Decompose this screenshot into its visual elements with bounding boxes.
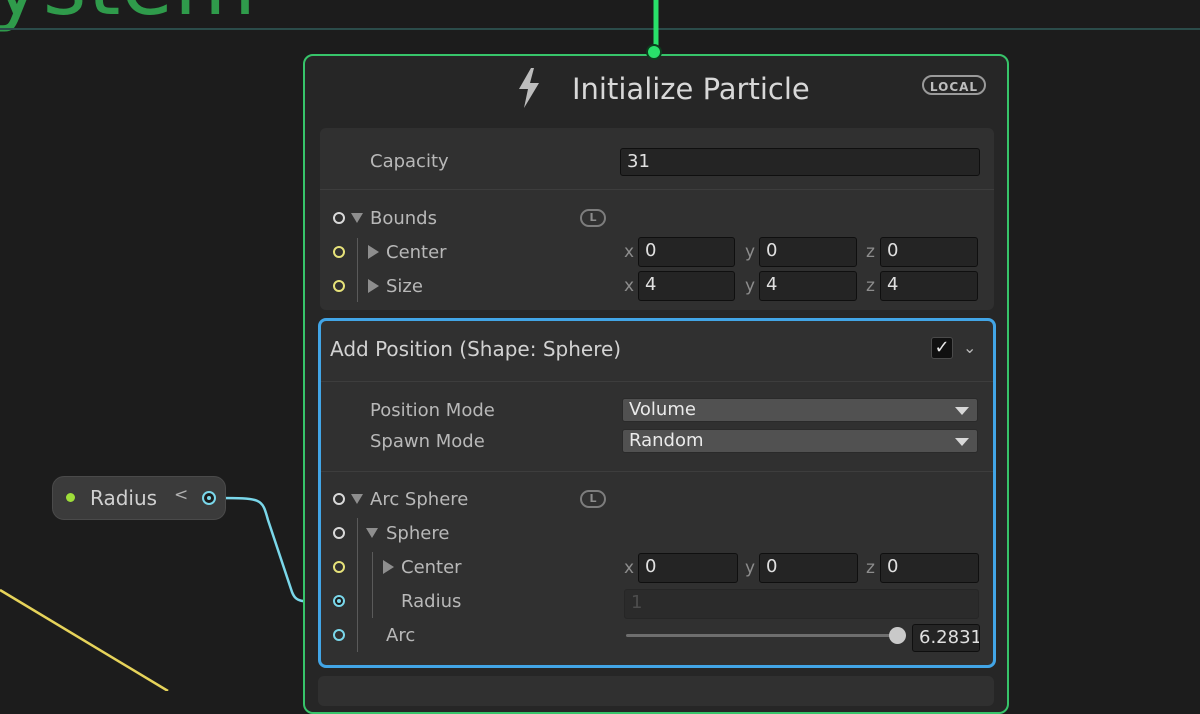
- center-expand-toggle[interactable]: [368, 245, 379, 259]
- node-title: Initialize Particle: [572, 72, 810, 106]
- bounds-center-label: Center: [386, 242, 447, 263]
- arc-slider-track[interactable]: [626, 634, 896, 637]
- sphere-center-x-field[interactable]: 0: [638, 553, 738, 583]
- bounds-center-port[interactable]: [333, 246, 345, 258]
- exposed-property-indicator: [66, 493, 75, 502]
- sphere-label: Sphere: [386, 523, 450, 544]
- sphere-center-y-field[interactable]: 0: [759, 553, 858, 583]
- axis-y-label: y: [745, 558, 756, 578]
- bounds-size-y-field[interactable]: 4: [759, 271, 857, 301]
- bounds-expand-toggle[interactable]: [351, 213, 363, 223]
- bounds-size-x-field[interactable]: 4: [638, 271, 735, 301]
- hierarchy-line: [357, 238, 358, 302]
- panel-divider: [320, 189, 994, 190]
- arc-sphere-space-badge[interactable]: L: [580, 490, 606, 508]
- bounds-center-x-field[interactable]: 0: [638, 237, 735, 267]
- spawn-mode-label: Spawn Mode: [370, 431, 485, 452]
- axis-y-label: y: [745, 242, 756, 262]
- sphere-center-label: Center: [401, 557, 462, 578]
- axis-z-label: z: [866, 276, 875, 296]
- block-title: Add Position (Shape: Sphere): [330, 337, 622, 361]
- arc-port[interactable]: [333, 629, 345, 641]
- radius-node-label: Radius: [90, 486, 158, 510]
- spawn-mode-value: Random: [629, 430, 704, 451]
- collapse-arrow-icon[interactable]: <: [174, 485, 188, 505]
- sphere-input-port[interactable]: [333, 527, 345, 539]
- vector-edge: [0, 588, 169, 691]
- axis-x-label: x: [624, 558, 635, 578]
- flow-input-port[interactable]: [646, 44, 662, 60]
- capacity-field[interactable]: 31: [620, 148, 980, 176]
- block-settings-divider: [321, 471, 993, 472]
- position-mode-dropdown[interactable]: Volume: [622, 398, 978, 422]
- bounds-size-label: Size: [386, 276, 423, 297]
- sphere-radius-label: Radius: [401, 591, 462, 612]
- arc-slider-thumb[interactable]: [889, 627, 906, 644]
- axis-z-label: z: [866, 242, 875, 262]
- hierarchy-line: [372, 552, 373, 618]
- sphere-radius-port[interactable]: [333, 595, 345, 607]
- space-local-badge[interactable]: LOCAL: [922, 75, 986, 95]
- dropdown-arrow-icon: [955, 438, 969, 446]
- sphere-center-expand-toggle[interactable]: [383, 560, 394, 574]
- bounds-size-port[interactable]: [333, 280, 345, 292]
- hierarchy-line: [357, 518, 358, 652]
- sphere-center-z-field[interactable]: 0: [880, 553, 979, 583]
- arc-value-field[interactable]: 6.2831: [912, 624, 980, 652]
- next-block-panel[interactable]: [318, 676, 994, 706]
- dropdown-arrow-icon: [955, 407, 969, 415]
- capacity-label: Capacity: [370, 151, 449, 172]
- spawn-mode-dropdown[interactable]: Random: [622, 429, 978, 453]
- arc-sphere-label: Arc Sphere: [370, 489, 469, 510]
- arc-label: Arc: [386, 625, 416, 646]
- bounds-label: Bounds: [370, 208, 437, 229]
- block-header-divider: [321, 381, 993, 382]
- sphere-expand-toggle[interactable]: [366, 528, 378, 538]
- bounds-center-y-field[interactable]: 0: [759, 237, 857, 267]
- chevron-down-icon[interactable]: ⌄: [963, 338, 976, 357]
- size-expand-toggle[interactable]: [368, 279, 379, 293]
- arc-sphere-expand-toggle[interactable]: [351, 494, 363, 504]
- axis-x-label: x: [624, 242, 635, 262]
- radius-output-port[interactable]: [202, 491, 216, 505]
- lightning-icon: [519, 68, 539, 108]
- position-mode-label: Position Mode: [370, 400, 495, 421]
- axis-x-label: x: [624, 276, 635, 296]
- axis-z-label: z: [866, 558, 875, 578]
- sphere-radius-field-disabled: 1: [624, 589, 979, 619]
- block-enable-checkbox[interactable]: ✓: [931, 337, 953, 359]
- bounds-input-port[interactable]: [333, 212, 345, 224]
- sphere-center-port[interactable]: [333, 561, 345, 573]
- bounds-size-z-field[interactable]: 4: [880, 271, 978, 301]
- arc-sphere-input-port[interactable]: [333, 493, 345, 505]
- bounds-center-z-field[interactable]: 0: [880, 237, 978, 267]
- axis-y-label: y: [745, 276, 756, 296]
- position-mode-value: Volume: [629, 399, 696, 420]
- bounds-space-badge[interactable]: L: [580, 209, 606, 227]
